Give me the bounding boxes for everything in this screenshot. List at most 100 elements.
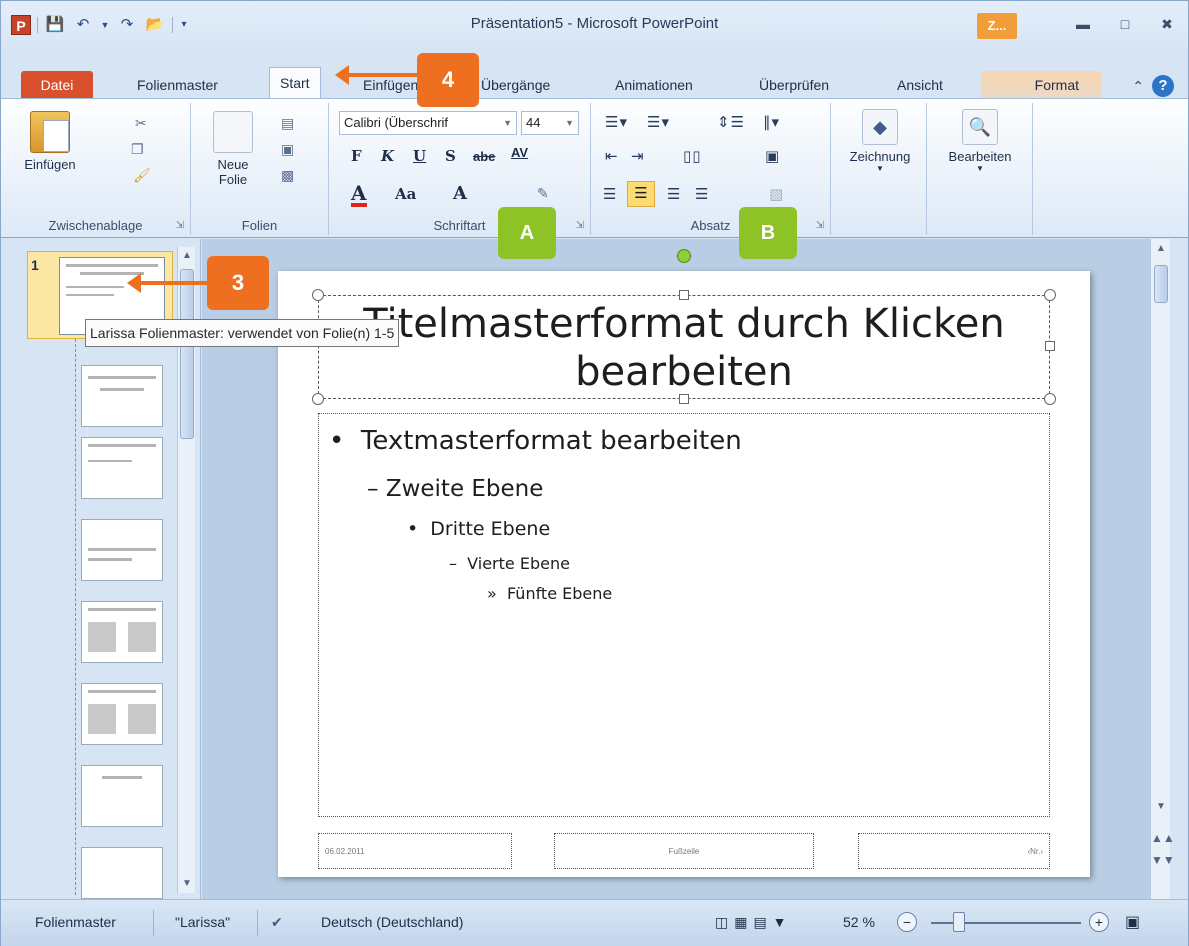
layout-thumbnail[interactable] [81, 765, 163, 827]
font-name-combo[interactable]: Calibri (Überschrif ▼ [339, 111, 517, 135]
maximize-icon[interactable]: □ [1114, 15, 1136, 33]
italic-button[interactable]: K [381, 147, 394, 165]
char-spacing-button[interactable]: AV [511, 145, 528, 160]
tab-animationen[interactable]: Animationen [605, 71, 703, 99]
layout-thumbnail[interactable] [81, 847, 163, 899]
bullet-level-1: • Textmasterformat bearbeiten [329, 426, 742, 456]
align-left-icon[interactable]: ☰ [603, 185, 617, 203]
tab-ansicht[interactable]: Ansicht [887, 71, 953, 99]
thumbnail-line [88, 444, 156, 447]
close-icon[interactable]: ✖ [1156, 15, 1178, 33]
font-size-combo[interactable]: 44 ▼ [521, 111, 579, 135]
shadow-button[interactable]: S [445, 147, 456, 165]
status-language[interactable]: Deutsch (Deutschland) [321, 914, 463, 930]
copy-icon[interactable]: ❐ [131, 141, 144, 158]
text-direction-icon[interactable]: ∥▾ [763, 113, 780, 131]
fit-to-window-icon[interactable]: ▣ [1125, 912, 1140, 932]
spellcheck-icon[interactable]: ✔ [271, 914, 283, 931]
title-placeholder[interactable]: Titelmasterformat durch Klicken bearbeit… [318, 295, 1050, 399]
next-slide-icon[interactable]: ▼▼ [1151, 853, 1175, 867]
layout-thumbnail[interactable] [81, 365, 163, 427]
context-tab-badge[interactable]: Z... [977, 13, 1017, 39]
thumbnail-tooltip: Larissa Folienmaster: verwendet von Foli… [85, 319, 400, 347]
editor-scrollbar[interactable]: ▲ ▼ ▲▲ ▼▼ [1150, 239, 1175, 899]
scroll-down-icon[interactable]: ▼ [1151, 801, 1171, 812]
footer-placeholder[interactable]: Fußzeile [554, 833, 814, 869]
font-color-button[interactable]: A [351, 183, 367, 207]
zoom-out-icon[interactable]: − [897, 912, 917, 932]
bold-button[interactable]: F [351, 147, 362, 165]
status-separator [153, 910, 154, 936]
layout-thumbnail[interactable] [81, 601, 163, 663]
scroll-down-icon[interactable]: ▼ [178, 875, 196, 893]
resize-handle[interactable] [1044, 393, 1056, 405]
help-icon[interactable]: ? [1152, 75, 1174, 97]
tab-ueberpruefen[interactable]: Überprüfen [749, 71, 839, 99]
previous-slide-icon[interactable]: ▲▲ [1151, 831, 1175, 845]
grow-font-button[interactable]: A [453, 183, 467, 204]
zoom-slider-knob[interactable] [953, 912, 965, 932]
bullet-level-5: » Fünfte Ebene [487, 584, 613, 603]
thumbnail-line [66, 264, 158, 267]
zoom-in-icon[interactable]: + [1089, 912, 1109, 932]
tab-folienmaster[interactable]: Folienmaster [127, 71, 228, 99]
layout-icon[interactable]: ▤ [281, 115, 294, 132]
format-painter-icon[interactable]: 🖌 [133, 167, 151, 184]
bullets-icon[interactable]: ☰▾ [605, 113, 628, 131]
layout-thumbnail[interactable] [81, 437, 163, 499]
smartart-icon[interactable]: ▧ [769, 185, 784, 203]
tab-format[interactable]: Format [981, 71, 1101, 99]
date-placeholder[interactable]: 06.02.2011 [318, 833, 512, 869]
increase-indent-icon[interactable]: ⇥ [631, 147, 645, 165]
minimize-icon[interactable]: ▬ [1072, 15, 1094, 33]
bullet-level-4: – Vierte Ebene [449, 554, 570, 573]
slide-canvas[interactable]: Titelmasterformat durch Klicken bearbeit… [278, 249, 1090, 877]
line-spacing-icon[interactable]: ⇕☰ [717, 113, 745, 131]
resize-handle[interactable] [312, 289, 324, 301]
scrollbar-thumb[interactable] [180, 269, 194, 439]
numbering-icon[interactable]: ☰▾ [647, 113, 670, 131]
layout-thumbnail[interactable] [81, 519, 163, 581]
status-theme-name[interactable]: "Larissa" [175, 914, 230, 930]
rotation-handle[interactable] [677, 249, 691, 263]
status-separator [257, 910, 258, 936]
dialog-launcher-icon[interactable]: ⇲ [816, 220, 824, 231]
tab-uebergaenge[interactable]: Übergänge [471, 71, 560, 99]
dialog-launcher-icon[interactable]: ⇲ [176, 220, 184, 231]
scroll-up-icon[interactable]: ▲ [178, 247, 196, 265]
resize-handle[interactable] [679, 290, 689, 300]
content-placeholder[interactable]: • Textmasterformat bearbeiten – Zweite E… [318, 413, 1050, 817]
resize-handle[interactable] [312, 393, 324, 405]
tab-datei[interactable]: Datei [21, 71, 93, 99]
change-case-button[interactable]: Aa [395, 185, 416, 203]
columns-icon[interactable]: ▯▯ [683, 147, 702, 165]
zoom-level[interactable]: 52 % [843, 914, 875, 930]
resize-handle[interactable] [1044, 289, 1056, 301]
reset-icon[interactable]: ▣ [281, 141, 294, 158]
new-slide-button[interactable]: Neue Folie [201, 111, 265, 187]
tab-start[interactable]: Start [269, 67, 321, 99]
cut-icon[interactable]: ✂ [135, 115, 147, 132]
view-buttons-icon[interactable]: ◫▦▤▼ [715, 914, 793, 931]
resize-handle[interactable] [1045, 341, 1055, 351]
align-center-icon[interactable]: ☰ [627, 181, 655, 207]
resize-handle[interactable] [679, 394, 689, 404]
bullet-level-2: – Zweite Ebene [367, 476, 544, 502]
align-right-icon[interactable]: ☰ [667, 185, 681, 203]
clear-formatting-icon[interactable]: ✎ [537, 185, 549, 202]
slide-number-placeholder[interactable]: ‹Nr.› [858, 833, 1050, 869]
thumbnail-line [88, 704, 116, 734]
marker-a: A [498, 207, 556, 259]
paste-button[interactable]: Einfügen [9, 111, 91, 172]
section-icon[interactable]: ▩ [281, 167, 294, 184]
layout-thumbnail[interactable] [81, 683, 163, 745]
scrollbar-thumb[interactable] [1154, 265, 1168, 303]
dialog-launcher-icon[interactable]: ⇲ [576, 220, 584, 231]
scroll-up-icon[interactable]: ▲ [1151, 243, 1171, 254]
align-text-icon[interactable]: ▣ [765, 147, 780, 165]
decrease-indent-icon[interactable]: ⇤ [605, 147, 619, 165]
minimize-ribbon-icon[interactable]: ⌃ [1132, 78, 1144, 95]
underline-button[interactable]: U [413, 147, 426, 165]
justify-icon[interactable]: ☰ [695, 185, 709, 203]
strikethrough-button[interactable]: abe [473, 149, 495, 164]
